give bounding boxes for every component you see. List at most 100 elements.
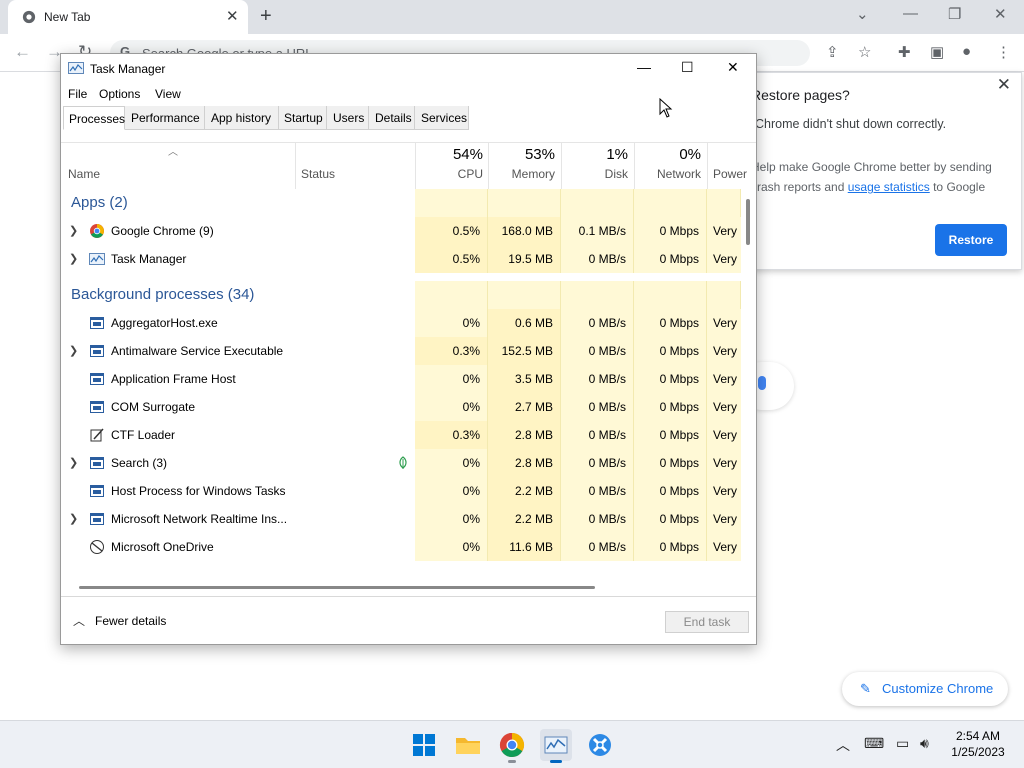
vertical-scrollbar[interactable]: [746, 199, 750, 245]
volume-icon[interactable]: 🔊︎: [920, 735, 929, 752]
col-cpu[interactable]: CPU: [421, 167, 483, 181]
process-row[interactable]: Microsoft OneDrive 0% 11.6 MB 0 MB/s 0 Mbps V…: [61, 533, 741, 561]
close-tab-icon[interactable]: ✕: [226, 7, 239, 25]
memory-cell: 2.7 MB: [488, 393, 561, 421]
extensions-icon[interactable]: ✚: [898, 43, 911, 61]
usage-statistics-link[interactable]: usage statistics: [848, 180, 930, 194]
disk-percent[interactable]: 1%: [567, 146, 628, 163]
chevron-up-icon[interactable]: ︿: [73, 612, 85, 629]
profile-icon[interactable]: ●: [962, 43, 971, 60]
process-name: Microsoft OneDrive: [111, 540, 214, 554]
expand-chevron-icon[interactable]: ❯: [69, 505, 78, 533]
end-task-button[interactable]: End task: [665, 611, 749, 633]
taskbar-settings-app[interactable]: [584, 729, 616, 761]
close-popup-icon[interactable]: ✕: [997, 75, 1011, 95]
tab-performance[interactable]: Performance: [125, 106, 205, 130]
tab-processes[interactable]: Processes: [63, 106, 125, 130]
col-power-usage[interactable]: Power u: [713, 167, 747, 181]
expand-chevron-icon[interactable]: ❯: [69, 337, 78, 365]
process-name: Host Process for Windows Tasks: [111, 484, 286, 498]
process-row[interactable]: ❯ Google Chrome (9) 0.5% 168.0 MB 0.1 MB/s 0 …: [61, 217, 741, 245]
bookmark-star-icon[interactable]: ☆: [858, 43, 871, 61]
tab-app-history[interactable]: App history: [205, 106, 279, 130]
process-icon: [89, 455, 105, 471]
taskbar-file-explorer[interactable]: [452, 729, 484, 761]
process-row[interactable]: ❯ Microsoft Network Realtime Ins... 0% 2.2 …: [61, 505, 741, 533]
minimize-button[interactable]: —: [637, 59, 651, 75]
tab-startup[interactable]: Startup: [279, 106, 327, 130]
share-icon[interactable]: ⇪: [826, 43, 839, 61]
process-row[interactable]: ❯ Antimalware Service Executable 0.3% 152.5…: [61, 337, 741, 365]
column-header: ︿ Name Status 54% CPU 53% Memory 1% Disk…: [61, 142, 756, 189]
memory-percent[interactable]: 53%: [494, 146, 555, 163]
chrome-menu-icon[interactable]: ⋮: [996, 43, 1011, 61]
close-browser-button[interactable]: ✕: [994, 5, 1007, 23]
col-network[interactable]: Network: [640, 167, 701, 181]
tab-new-tab[interactable]: New Tab ✕: [8, 0, 248, 34]
col-disk[interactable]: Disk: [567, 167, 628, 181]
show-hidden-icons-chevron-icon[interactable]: ︿: [836, 735, 850, 755]
col-divider: [488, 143, 489, 189]
process-row[interactable]: CTF Loader 0.3% 2.8 MB 0 MB/s 0 Mbps Very: [61, 421, 741, 449]
disk-cell: 0 MB/s: [561, 245, 634, 273]
process-row[interactable]: AggregatorHost.exe 0% 0.6 MB 0 MB/s 0 Mbps Ve…: [61, 309, 741, 337]
process-row[interactable]: ❯ Search (3) 0% 2.8 MB 0 MB/s 0 Mbps Very: [61, 449, 741, 477]
taskbar-clock[interactable]: 2:54 AM 1/25/2023: [946, 728, 1010, 760]
menu-file[interactable]: File: [68, 87, 87, 101]
tab-details[interactable]: Details: [369, 106, 415, 130]
horizontal-scrollbar[interactable]: [79, 586, 595, 589]
col-memory[interactable]: Memory: [494, 167, 555, 181]
disk-cell: 0.1 MB/s: [561, 217, 634, 245]
memory-cell: 152.5 MB: [488, 337, 561, 365]
process-row[interactable]: ❯ Task Manager 0.5% 19.5 MB 0 MB/s 0 Mbps Very: [61, 245, 741, 273]
running-indicator: [550, 760, 562, 763]
keyboard-icon[interactable]: ⌨: [864, 735, 884, 752]
new-tab-button[interactable]: +: [260, 5, 272, 28]
process-row[interactable]: Host Process for Windows Tasks 0% 2.2 MB 0 …: [61, 477, 741, 505]
process-name: Antimalware Service Executable: [111, 344, 284, 358]
restore-button[interactable]: Restore: [935, 224, 1007, 256]
cpu-percent[interactable]: 54%: [421, 146, 483, 163]
memory-cell: 3.5 MB: [488, 365, 561, 393]
task-manager-icon: [89, 251, 105, 267]
menu-options[interactable]: Options: [99, 87, 140, 101]
restore-consent-text: Help make Google Chrome better by sendin…: [751, 157, 1015, 197]
process-row[interactable]: COM Surrogate 0% 2.7 MB 0 MB/s 0 Mbps Very: [61, 393, 741, 421]
tab-services[interactable]: Services: [415, 106, 469, 130]
network-icon[interactable]: ▭: [896, 735, 909, 752]
side-panel-icon[interactable]: ▣: [930, 43, 944, 61]
process-name: Search (3): [111, 456, 168, 470]
consent-text-end: to Google: [929, 180, 986, 194]
group-cell: [561, 189, 634, 217]
tab-search-icon[interactable]: ⌄: [856, 5, 869, 23]
customize-chrome-button[interactable]: ✎ Customize Chrome: [842, 672, 1008, 706]
disk-cell: 0 MB/s: [561, 505, 634, 533]
group-cell: [488, 281, 561, 309]
cpu-cell: 0%: [415, 393, 488, 421]
chrome-favicon-icon: [22, 10, 36, 24]
col-status[interactable]: Status: [301, 167, 335, 181]
network-percent[interactable]: 0%: [640, 146, 701, 163]
back-icon[interactable]: ←: [14, 42, 31, 62]
tab-users[interactable]: Users: [327, 106, 369, 130]
process-icon: [89, 343, 105, 359]
fewer-details-link[interactable]: Fewer details: [95, 614, 166, 628]
task-manager-titlebar[interactable]: Task Manager — ☐ ✕: [61, 54, 756, 82]
taskbar-task-manager[interactable]: [540, 729, 572, 763]
maximize-button[interactable]: ☐: [681, 59, 694, 76]
expand-chevron-icon[interactable]: ❯: [69, 449, 78, 477]
power-cell: Very: [707, 477, 741, 505]
menu-view[interactable]: View: [155, 87, 181, 101]
restore-browser-button[interactable]: ❐: [948, 5, 961, 23]
start-button[interactable]: [408, 729, 440, 761]
minimize-browser-button[interactable]: —: [903, 5, 918, 22]
memory-cell: 0.6 MB: [488, 309, 561, 337]
power-cell: Very: [707, 245, 741, 273]
close-button[interactable]: ✕: [727, 59, 739, 76]
expand-chevron-icon[interactable]: ❯: [69, 245, 78, 273]
disk-cell: 0 MB/s: [561, 309, 634, 337]
col-name[interactable]: Name: [68, 167, 100, 181]
taskbar-chrome[interactable]: [496, 729, 528, 763]
expand-chevron-icon[interactable]: ❯: [69, 217, 78, 245]
process-row[interactable]: Application Frame Host 0% 3.5 MB 0 MB/s 0 Mb…: [61, 365, 741, 393]
